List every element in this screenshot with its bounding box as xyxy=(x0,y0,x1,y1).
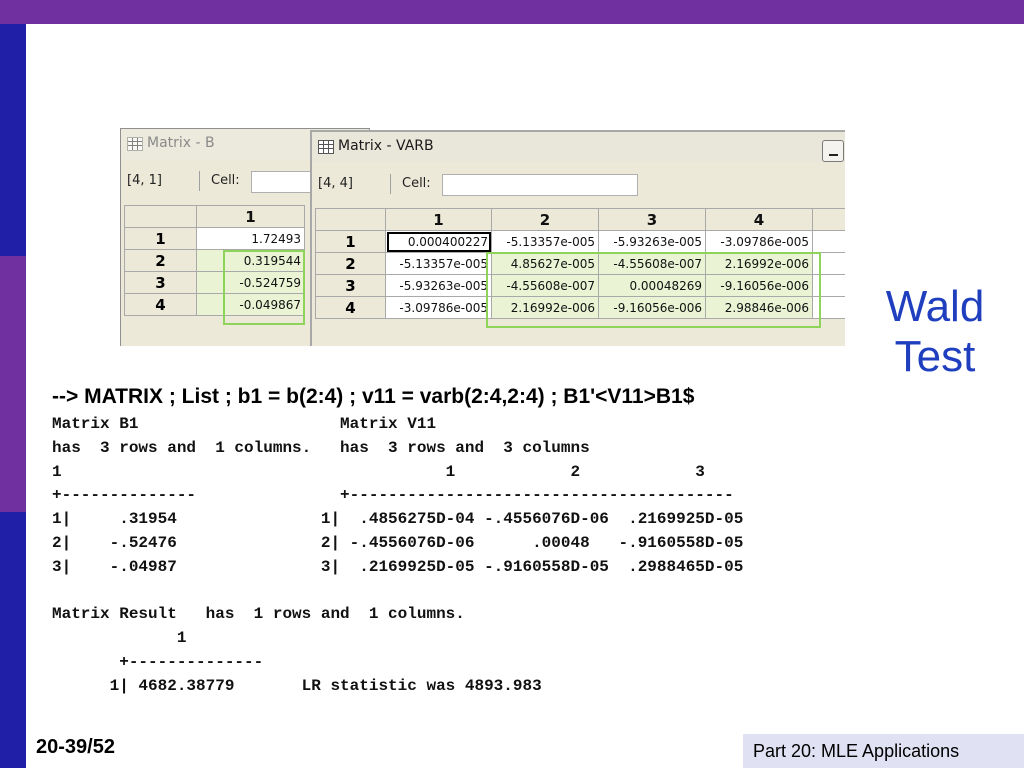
row-header[interactable]: 4 xyxy=(315,296,386,319)
minimize-button[interactable] xyxy=(822,140,844,162)
matrix-cell[interactable]: -3.09786e-005 xyxy=(705,230,813,253)
empty-cell xyxy=(812,230,845,253)
page-number: 20-39/52 xyxy=(36,736,115,758)
matrix-varb-titlebar[interactable]: Matrix - VARB xyxy=(312,132,845,162)
matrix-dimensions: [4, 4] xyxy=(318,176,353,191)
column-header[interactable]: 3 xyxy=(598,208,706,231)
matrix-cell[interactable]: -5.93263e-005 xyxy=(598,230,706,253)
matrix-windows-screenshot: Matrix - B [4, 1] Cell: 1 1 1.72493 2 0.… xyxy=(120,128,845,346)
row-header[interactable]: 1 xyxy=(315,230,386,253)
top-accent-bar xyxy=(0,0,1024,24)
column-header[interactable]: 1 xyxy=(385,208,492,231)
window-title: Matrix - B xyxy=(147,135,215,151)
side-title-line: Wald xyxy=(885,282,985,331)
corner-header xyxy=(124,205,197,228)
toolbar-separator xyxy=(390,174,391,194)
selection-highlight xyxy=(486,252,821,328)
toolbar-separator xyxy=(199,171,200,191)
cell-input[interactable] xyxy=(442,174,638,196)
matrix-varb-window[interactable]: Matrix - VARB [4, 4] Cell: 1 2 3 4 1 0.0… xyxy=(310,130,845,346)
minimize-icon xyxy=(829,154,838,156)
row-header[interactable]: 2 xyxy=(124,249,197,272)
footer-label: Part 20: MLE Applications xyxy=(743,734,1024,768)
output-line: 1| 4682.38779 LR statistic was 4893.983 xyxy=(52,676,542,695)
matrix-dimensions: [4, 1] xyxy=(127,173,162,188)
column-header[interactable]: 4 xyxy=(705,208,813,231)
matrix-grid-icon xyxy=(127,137,143,151)
output-line: 1| .31954 1| .4856275D-04 -.4556076D-06 … xyxy=(52,510,744,529)
output-line: Matrix Result has 1 rows and 1 columns. xyxy=(52,605,465,624)
column-header[interactable]: 2 xyxy=(491,208,599,231)
matrix-command: --> MATRIX ; List ; b1 = b(2:4) ; v11 = … xyxy=(52,385,695,408)
selection-highlight xyxy=(223,250,305,325)
corner-header xyxy=(315,208,386,231)
side-title-line: Test xyxy=(894,332,976,381)
matrix-varb-toolbar: [4, 4] Cell: xyxy=(312,168,845,198)
output-line: 1 1 2 3 xyxy=(52,462,705,481)
matrix-output: Matrix B1 Matrix V11 has 3 rows and 1 co… xyxy=(52,413,743,699)
matrix-grid-icon xyxy=(318,140,334,154)
matrix-cell[interactable]: 1.72493 xyxy=(196,227,305,250)
output-line: +-------------- +-----------------------… xyxy=(52,486,734,505)
row-header[interactable]: 3 xyxy=(124,271,197,294)
output-line: 3| -.04987 3| .2169925D-05 -.9160558D-05… xyxy=(52,557,744,576)
slide-side-title: Wald Test xyxy=(860,282,1010,382)
row-header[interactable]: 3 xyxy=(315,274,386,297)
matrix-cell[interactable]: -5.13357e-005 xyxy=(491,230,599,253)
matrix-cell-selected[interactable]: 0.000400227 xyxy=(385,230,492,253)
output-line: Matrix B1 Matrix V11 xyxy=(52,415,437,433)
row-header[interactable]: 1 xyxy=(124,227,197,250)
cell-label: Cell: xyxy=(402,176,431,191)
column-header[interactable]: 1 xyxy=(196,205,305,228)
matrix-cell[interactable]: -5.93263e-005 xyxy=(385,274,492,297)
output-line: 1 xyxy=(52,629,187,648)
window-title: Matrix - VARB xyxy=(338,138,434,154)
row-header[interactable]: 4 xyxy=(124,293,197,316)
output-line: +-------------- xyxy=(52,652,264,671)
output-line: 2| -.52476 2| -.4556076D-06 .00048 -.916… xyxy=(52,533,744,552)
matrix-cell[interactable]: -3.09786e-005 xyxy=(385,296,492,319)
matrix-cell[interactable]: -5.13357e-005 xyxy=(385,252,492,275)
empty-column-header xyxy=(812,208,845,231)
output-line: has 3 rows and 1 columns. has 3 rows and… xyxy=(52,438,590,457)
cell-label: Cell: xyxy=(211,173,240,188)
left-accent-bar xyxy=(0,24,26,768)
row-header[interactable]: 2 xyxy=(315,252,386,275)
